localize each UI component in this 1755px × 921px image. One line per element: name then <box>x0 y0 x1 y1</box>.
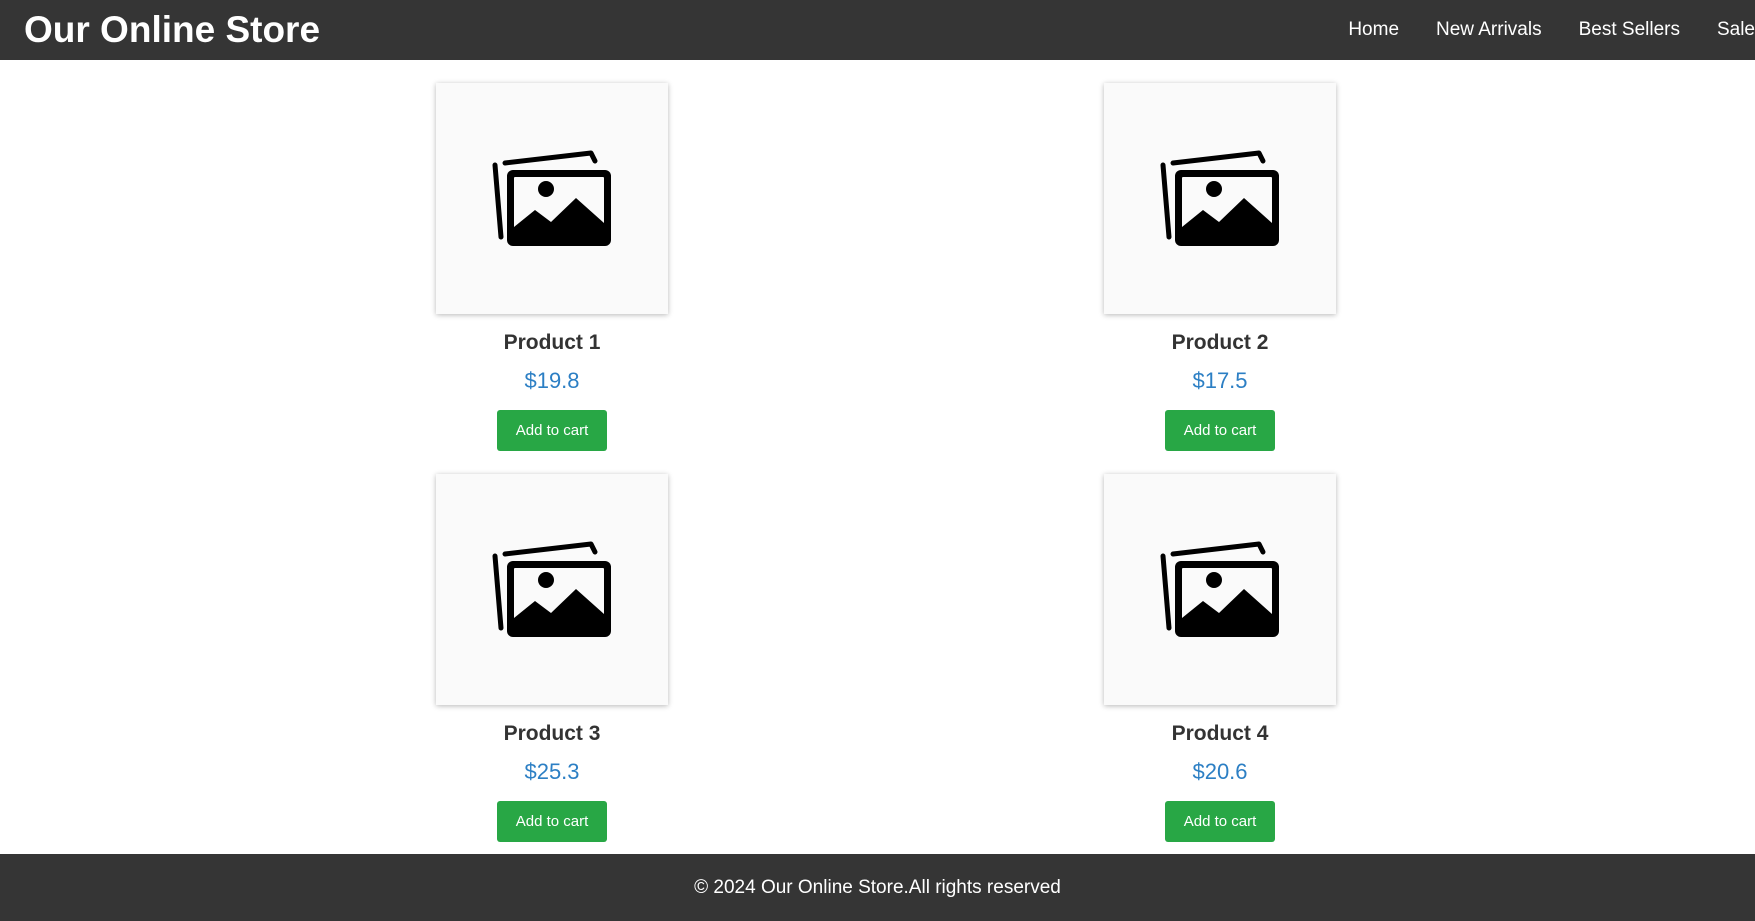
site-footer: © 2024 Our Online Store.All rights reser… <box>0 854 1755 921</box>
product-card: Product 1 $19.8 Add to cart <box>432 60 672 451</box>
site-header: Our Online Store Home New Arrivals Best … <box>0 0 1755 60</box>
product-image <box>436 474 668 705</box>
product-card: Product 2 $17.5 Add to cart <box>1100 60 1340 451</box>
add-to-cart-button[interactable]: Add to cart <box>497 410 607 451</box>
nav-link-sale[interactable]: Sale <box>1717 18 1755 42</box>
product-name: Product 2 <box>1171 331 1269 354</box>
nav-link-new-arrivals[interactable]: New Arrivals <box>1436 18 1542 42</box>
nav-link-home[interactable]: Home <box>1348 18 1399 42</box>
nav-link-best-sellers[interactable]: Best Sellers <box>1579 18 1680 42</box>
copyright-text: © 2024 Our Online Store.All rights reser… <box>694 877 1061 898</box>
product-price: $19.8 <box>524 368 580 393</box>
add-to-cart-button[interactable]: Add to cart <box>1165 801 1275 842</box>
product-price: $25.3 <box>524 759 580 784</box>
product-name: Product 1 <box>503 331 601 354</box>
product-price: $17.5 <box>1192 368 1248 393</box>
add-to-cart-button[interactable]: Add to cart <box>497 801 607 842</box>
product-name: Product 4 <box>1171 722 1269 745</box>
product-image <box>436 83 668 314</box>
product-name: Product 3 <box>503 722 601 745</box>
product-price: $20.6 <box>1192 759 1248 784</box>
image-placeholder-icon <box>1160 541 1279 637</box>
product-image <box>1104 474 1336 705</box>
product-grid: Product 1 $19.8 Add to cart Product 2 $1… <box>0 60 1755 854</box>
image-placeholder-icon <box>492 150 611 246</box>
add-to-cart-button[interactable]: Add to cart <box>1165 410 1275 451</box>
product-card: Product 3 $25.3 Add to cart <box>432 451 672 842</box>
site-title: Our Online Store <box>24 9 321 50</box>
product-image <box>1104 83 1336 314</box>
image-placeholder-icon <box>492 541 611 637</box>
main-nav: Home New Arrivals Best Sellers Sale <box>1348 0 1755 60</box>
product-card: Product 4 $20.6 Add to cart <box>1100 451 1340 842</box>
image-placeholder-icon <box>1160 150 1279 246</box>
